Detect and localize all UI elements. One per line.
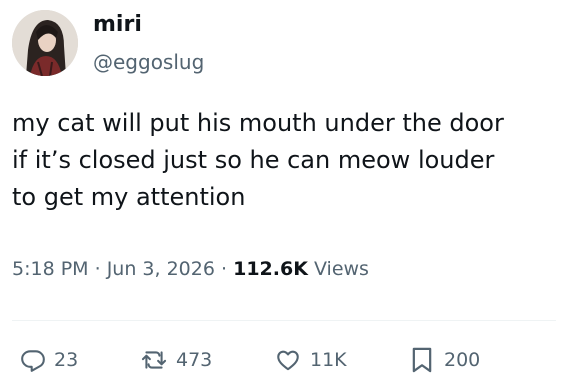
action-bar: 23 473 11K 200 <box>0 340 563 380</box>
reply-button[interactable]: 23 <box>20 340 78 380</box>
tweet-text: my cat will put his mouth under the door… <box>12 105 560 216</box>
bookmark-button[interactable]: 200 <box>408 340 480 380</box>
display-name[interactable]: miri <box>93 10 142 40</box>
repost-icon <box>140 347 176 373</box>
reply-count: 23 <box>54 349 79 371</box>
like-button[interactable]: 11K <box>274 340 347 380</box>
heart-icon <box>274 347 310 373</box>
user-handle[interactable]: @eggoslug <box>93 48 204 76</box>
tweet-time[interactable]: 5:18 PM <box>12 258 89 280</box>
tweet-date[interactable]: Jun 3, 2026 <box>107 258 215 280</box>
bookmark-icon <box>408 346 444 374</box>
bookmark-count: 200 <box>444 349 481 371</box>
tweet-text-line: my cat will put his mouth under the door <box>12 109 504 137</box>
repost-button[interactable]: 473 <box>140 340 212 380</box>
views-count[interactable]: 112.6K <box>233 258 308 280</box>
reply-icon <box>20 347 54 373</box>
tweet-text-line: if it’s closed just so he can meow loude… <box>12 146 495 174</box>
meta-separator: · <box>221 258 228 280</box>
tweet-meta: 5:18 PM · Jun 3, 2026 · 112.6K Views <box>12 255 369 283</box>
repost-count: 473 <box>176 349 213 371</box>
tweet-text-line: to get my attention <box>12 183 246 211</box>
avatar[interactable] <box>12 10 78 76</box>
views-label: Views <box>313 258 369 280</box>
divider <box>12 320 556 321</box>
like-count: 11K <box>310 349 347 371</box>
tweet-card: miri @eggoslug my cat will put his mouth… <box>0 0 563 387</box>
meta-separator: · <box>94 258 101 280</box>
